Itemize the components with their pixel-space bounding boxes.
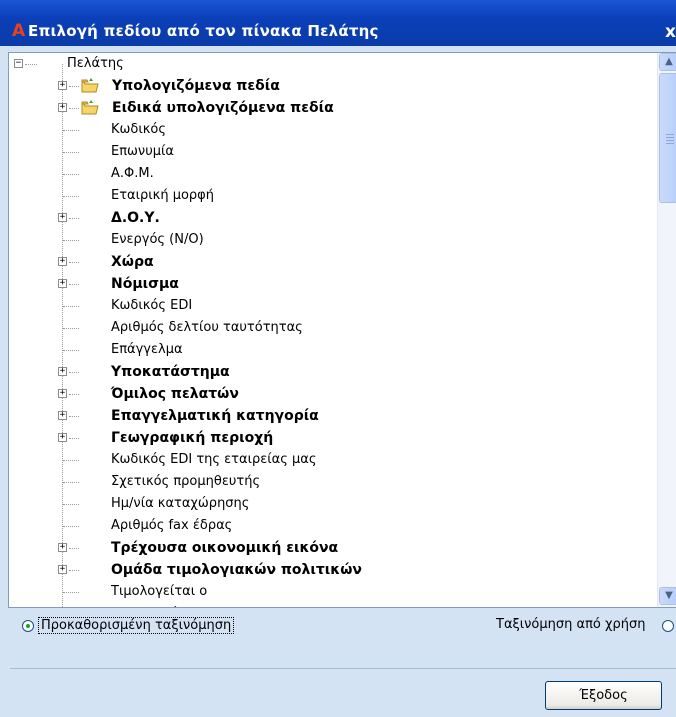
tree-item-label: Ημ/νία καταχώρησης (111, 496, 250, 511)
field-tree[interactable]: − Πελάτης + Υπολογιζόμενα πεδία + Ειδικά υπ… (8, 52, 676, 608)
tree-item-label: Α.Φ.Μ. (111, 166, 154, 181)
collapse-icon[interactable]: − (14, 59, 23, 68)
tree-item-label: Τρέχουσα οικονομική εικόνα (111, 540, 339, 556)
tree-item[interactable]: Επάγγελμα (9, 339, 649, 361)
vertical-scrollbar[interactable]: ▲ ▼ (657, 53, 676, 607)
folder-icon (81, 100, 99, 115)
usage-sort-radio[interactable] (662, 620, 674, 632)
tree-item-label: Υποκατάστημα (111, 364, 230, 380)
title-bar: A Επιλογή πεδίου από τον πίνακα Πελάτης … (0, 0, 676, 46)
scroll-up-icon[interactable]: ▲ (659, 53, 676, 71)
tree-item[interactable]: + Ομάδα τιμολογιακών πολιτικών (9, 559, 649, 581)
tree-root-label: Πελάτης (67, 56, 124, 71)
expand-icon[interactable]: + (58, 411, 67, 420)
separator (10, 668, 676, 669)
expand-icon[interactable]: + (58, 565, 67, 574)
tree-item[interactable]: + Ειδικά υπολογιζόμενα πεδία (9, 97, 649, 119)
tree-item-label: Ομάδα τιμολογιακών πολιτικών (111, 562, 362, 578)
tree-item[interactable]: + Υπολογιζόμενα πεδία (9, 75, 649, 97)
tree-item-label: Κωδικός EDI (111, 298, 193, 313)
default-sort-label[interactable]: Προκαθορισμένη ταξινόμηση (38, 617, 235, 634)
tree-item[interactable]: Ενεργός (Ν/Ο) (9, 229, 649, 251)
folder-icon (81, 78, 99, 93)
expand-icon[interactable]: + (58, 389, 67, 398)
tree-item-label: Νόμισμα (111, 276, 179, 292)
tree-item[interactable]: Κωδικός EDI (9, 295, 649, 317)
expand-icon[interactable]: + (58, 81, 67, 90)
tree-item[interactable]: Τιμολογείται ο (9, 581, 649, 603)
tree-item[interactable]: + Υποκατάστημα (9, 361, 649, 383)
expand-icon[interactable]: + (58, 213, 67, 222)
tree-item-label: Ειδικά υπολογιζόμενα πεδία (112, 100, 334, 116)
window-title: Επιλογή πεδίου από τον πίνακα Πελάτης (28, 22, 379, 40)
expand-icon[interactable]: + (58, 103, 67, 112)
tree-item-label: Υπολογιζόμενα πεδία (112, 78, 280, 94)
tree-item[interactable]: + Επαγγελματική κατηγορία (9, 405, 649, 427)
tree-item-label: Τιμολογείται ο (111, 584, 208, 599)
tree-item[interactable]: Κωδικός EDI της εταιρείας μας (9, 449, 649, 471)
tree-item[interactable]: + Όμιλος πελατών (9, 383, 649, 405)
tree-item-label: Κωδικός EDI της εταιρείας μας (111, 452, 317, 467)
app-logo-icon: A (12, 21, 26, 41)
tree-item[interactable]: + Δ.Ο.Υ. (9, 207, 649, 229)
expand-icon[interactable]: + (58, 257, 67, 266)
close-button[interactable]: x (658, 22, 676, 44)
tree-item[interactable]: + Τρέχουσα οικονομική εικόνα (9, 537, 649, 559)
tree-item-label: Μεταφορέας (111, 603, 194, 607)
tree-item-label: Δ.Ο.Υ. (111, 210, 160, 226)
tree-item-label: Επάγγελμα (111, 342, 183, 357)
expand-icon[interactable]: + (58, 433, 67, 442)
tree-item-label: Αριθμός fax έδρας (111, 518, 233, 533)
expand-icon[interactable]: + (58, 543, 67, 552)
tree-root[interactable]: − Πελάτης (9, 53, 649, 75)
default-sort-radio[interactable] (22, 620, 34, 632)
tree-item[interactable]: Αριθμός δελτίου ταυτότητας (9, 317, 649, 339)
tree-item-label: Επωνυμία (111, 144, 174, 159)
tree-item[interactable]: + Νόμισμα (9, 273, 649, 295)
tree-item[interactable]: Σχετικός προμηθευτής (9, 471, 649, 493)
tree-item[interactable]: + Γεωγραφική περιοχή (9, 427, 649, 449)
usage-sort-label[interactable]: Ταξινόμηση από χρήση (496, 617, 645, 632)
expand-icon[interactable]: + (58, 279, 67, 288)
tree-item[interactable]: Ημ/νία καταχώρησης (9, 493, 649, 515)
tree-item[interactable]: Αριθμός fax έδρας (9, 515, 649, 537)
tree-item[interactable]: + Χώρα (9, 251, 649, 273)
tree-item[interactable]: Μεταφορέας (9, 603, 649, 607)
tree-item-label: Αριθμός δελτίου ταυτότητας (111, 320, 303, 335)
tree-item-label: Επαγγελματική κατηγορία (111, 408, 319, 424)
tree-item-label: Ενεργός (Ν/Ο) (111, 232, 204, 247)
tree-item-label: Χώρα (111, 254, 154, 270)
exit-button[interactable]: Έξοδος (545, 681, 662, 710)
scroll-thumb[interactable] (659, 73, 676, 203)
tree-item[interactable]: Α.Φ.Μ. (9, 163, 649, 185)
tree-item[interactable]: Εταιρική μορφή (9, 185, 649, 207)
tree-item-label: Εταιρική μορφή (111, 188, 214, 203)
tree-item-label: Γεωγραφική περιοχή (111, 430, 274, 446)
tree-item[interactable]: Κωδικός (9, 119, 649, 141)
tree-item-label: Όμιλος πελατών (111, 386, 239, 402)
expand-icon[interactable]: + (58, 367, 67, 376)
scroll-down-icon[interactable]: ▼ (659, 587, 676, 605)
tree-item-label: Κωδικός (111, 122, 167, 137)
tree-item[interactable]: Επωνυμία (9, 141, 649, 163)
tree-item-label: Σχετικός προμηθευτής (111, 474, 261, 489)
